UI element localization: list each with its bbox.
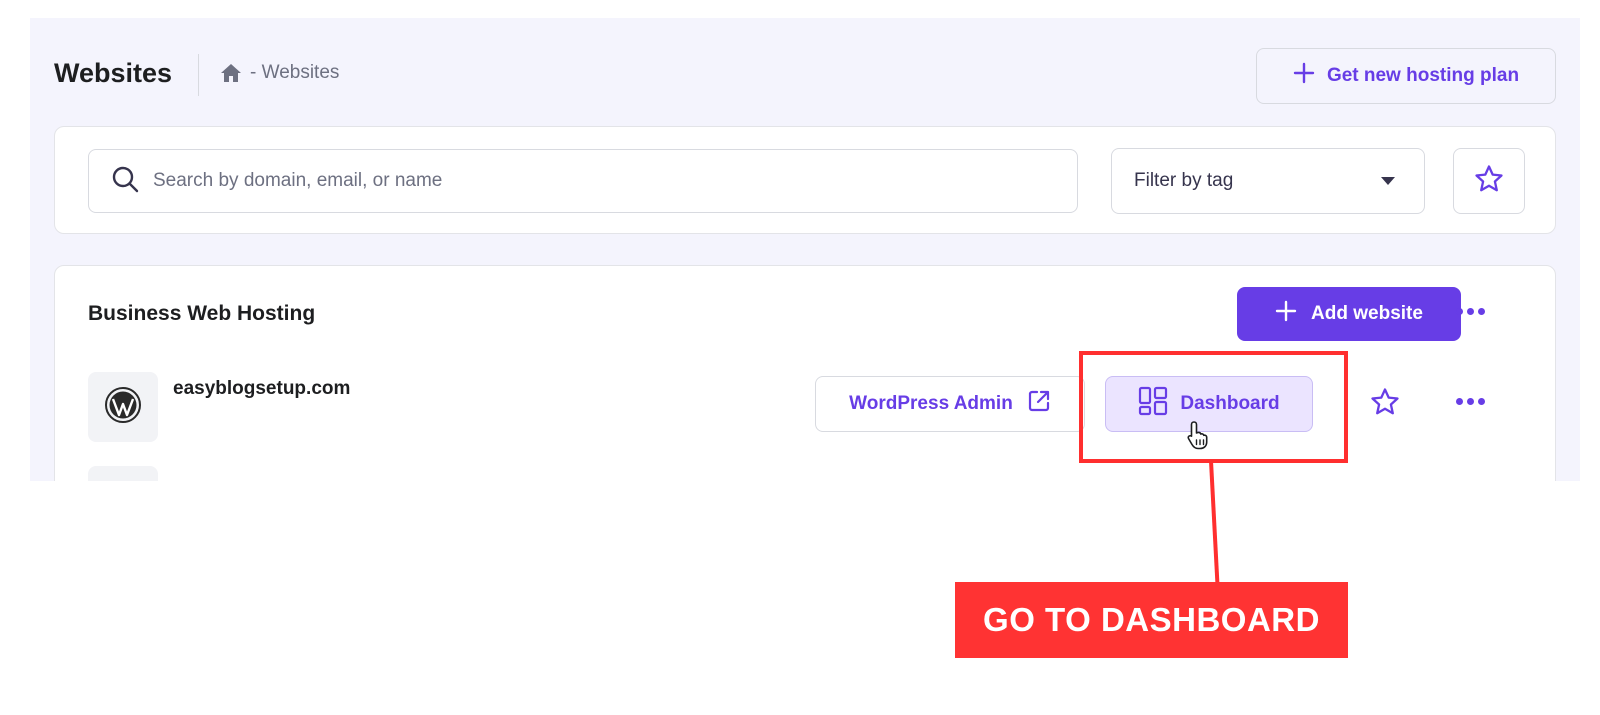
wordpress-icon [104,386,142,429]
favorite-website-button[interactable] [1365,384,1405,424]
website-more-options-icon[interactable] [1456,398,1485,405]
website-logo-tile [88,466,158,481]
title-divider [198,54,199,96]
get-new-hosting-plan-label: Get new hosting plan [1326,65,1520,86]
star-icon [1474,164,1504,199]
filter-by-tag-label: Filter by tag [1134,170,1234,191]
external-link-icon [1027,389,1051,419]
caret-down-icon [1380,170,1396,192]
search-input[interactable] [153,170,1053,192]
home-icon[interactable] [220,63,242,83]
star-icon [1370,387,1400,422]
search-icon [111,165,139,198]
search-field[interactable] [88,149,1078,213]
get-new-hosting-plan-button[interactable]: Get new hosting plan [1256,48,1556,104]
plus-icon [1293,62,1315,90]
page-title: Websites [54,58,173,88]
website-logo-tile [88,372,158,442]
wordpress-admin-label: WordPress Admin [849,393,1013,414]
breadcrumb-current: - Websites [250,62,340,83]
annotation-highlight-box [1079,351,1348,463]
website-domain[interactable]: easyblogsetup.com [173,378,350,400]
annotation-callout: GO TO DASHBOARD [955,582,1348,658]
wordpress-admin-button[interactable]: WordPress Admin [815,376,1085,432]
more-options-icon[interactable] [1456,308,1485,315]
add-website-label: Add website [1311,303,1423,324]
breadcrumb: - Websites [220,62,339,84]
hosting-plan-title: Business Web Hosting [88,302,316,325]
filter-by-tag-select[interactable]: Filter by tag [1111,148,1425,214]
plus-icon [1275,300,1297,328]
favorites-filter-button[interactable] [1453,148,1525,214]
search-card: Filter by tag [54,126,1556,234]
add-website-button[interactable]: Add website [1237,287,1461,341]
